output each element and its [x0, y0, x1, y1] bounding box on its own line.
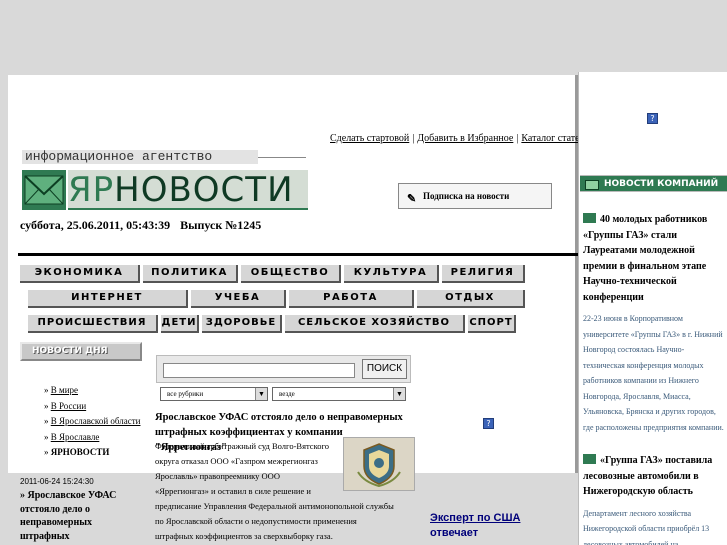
nav-economy[interactable]: ЭКОНОМИКА	[20, 265, 140, 283]
nav-row-1: ЭКОНОМИКА ПОЛИТИКА ОБЩЕСТВО КУЛЬТУРА РЕЛ…	[20, 265, 528, 283]
nav-row-2: ИНТЕРНЕТ УЧЕБА РАБОТА ОТДЫХ	[28, 290, 528, 308]
dropdown-arrow-icon: ▼	[393, 388, 405, 400]
subscribe-label: Подписка на новости	[423, 191, 510, 201]
add-favorites-link[interactable]: Добавить в Избранное	[417, 133, 513, 144]
separator: |	[412, 133, 415, 144]
article-line: округа отказал ООО «Газпром межрегионгаз	[155, 456, 318, 466]
company-news-item: 40 молодых работников «Группы ГАЗ» стали…	[583, 212, 725, 435]
company-news-desc: 22-23 июня в Корпоративном университете …	[583, 314, 724, 432]
nav-religion[interactable]: РЕЛИГИЯ	[442, 265, 525, 283]
help-icon[interactable]: ?	[647, 113, 658, 124]
envelope-icon	[22, 170, 66, 210]
issue-number: Выпуск №1245	[180, 218, 262, 232]
site-logo[interactable]: ЯРНОВОСТИ	[22, 170, 308, 210]
expert-link[interactable]: Эксперт по США	[430, 511, 520, 526]
rubric-select-value: все рубрики	[167, 390, 204, 398]
header-divider	[18, 253, 578, 256]
company-news-title[interactable]: «Группа ГАЗ» поставила лесовозные автомо…	[583, 453, 725, 500]
nav-children[interactable]: ДЕТИ	[161, 315, 199, 333]
agency-tagline: информационное агентство	[22, 150, 258, 164]
logo-yar: ЯР	[68, 170, 115, 210]
logo-wordmark: ЯРНОВОСТИ	[68, 170, 308, 210]
top-links: Сделать стартовой | Добавить в Избранное | К…	[330, 133, 585, 144]
article-body: Федеральный арбитражный суд Волго-Вятско…	[155, 439, 413, 544]
nav-agriculture[interactable]: СЕЛЬСКОЕ ХОЗЯЙСТВО	[285, 315, 465, 333]
region-link-russia[interactable]: » В России	[44, 399, 140, 415]
region-link-city[interactable]: » В Ярославле	[44, 430, 140, 446]
company-news-title[interactable]: 40 молодых работников «Группы ГАЗ» стали…	[583, 212, 725, 305]
nav-row-3: ПРОИСШЕСТВИЯ ДЕТИ ЗДОРОВЬЕ СЕЛЬСКОЕ ХОЗЯ…	[28, 315, 519, 333]
article-line: «Яррегионгаз» и оставил в силе решение и	[155, 486, 311, 496]
nav-leisure[interactable]: ОТДЫХ	[417, 290, 525, 308]
left-news-item: 2011-06-24 15:24:30 » Ярославское УФАС о…	[20, 477, 140, 543]
rubric-select[interactable]: все рубрики ▼	[160, 387, 268, 401]
region-link-yarnovosti[interactable]: » ЯРНОВОСТИ	[44, 445, 140, 461]
company-news-header: НОВОСТИ КОМПАНИЙ	[580, 175, 727, 192]
article-line: по Ярославской области о недопустимости …	[155, 516, 357, 526]
logo-novosti: НОВОСТИ	[114, 170, 294, 210]
separator: |	[516, 133, 519, 144]
nav-study[interactable]: УЧЕБА	[191, 290, 286, 308]
search-input[interactable]	[163, 363, 355, 378]
news-title-link[interactable]: » Ярославское УФАС отстояло дело о непра…	[20, 489, 140, 543]
current-date: суббота, 25.06.2011, 05:43:39	[20, 218, 171, 232]
envelope-icon	[585, 180, 599, 190]
expert-subtitle: отвечает	[430, 527, 479, 539]
article-line: Федеральный арбитражный суд Волго-Вятско…	[155, 441, 330, 451]
tagline-divider	[258, 157, 306, 158]
catalog-link[interactable]: Каталог статей	[521, 133, 585, 144]
where-select[interactable]: везде ▼	[272, 387, 406, 401]
region-link-oblast[interactable]: » В Ярославской области	[44, 414, 140, 430]
expert-block: Эксперт по США отвечает	[430, 511, 520, 541]
company-news-desc: Департамент лесного хозяйства Нижегородс…	[583, 508, 710, 545]
nav-sport[interactable]: СПОРТ	[468, 315, 516, 333]
nav-culture[interactable]: КУЛЬТУРА	[344, 265, 439, 283]
where-select-value: везде	[279, 390, 295, 398]
article-line: штрафных коэффициентов за сверхвыборку г…	[155, 531, 333, 541]
dropdown-arrow-icon: ▼	[255, 388, 267, 400]
company-news-item: «Группа ГАЗ» поставила лесовозные автомо…	[583, 453, 725, 545]
subscribe-icon: ✎	[407, 193, 417, 205]
news-date: 2011-06-24 15:24:30	[20, 477, 94, 486]
make-start-link[interactable]: Сделать стартовой	[330, 133, 409, 144]
news-day-label: НОВОСТИ ДНЯ	[32, 346, 108, 356]
news-day-header: НОВОСТИ ДНЯ	[20, 342, 142, 361]
nav-work[interactable]: РАБОТА	[289, 290, 414, 308]
search-button[interactable]: ПОИСК	[362, 359, 407, 379]
envelope-icon	[583, 454, 596, 464]
nav-politics[interactable]: ПОЛИТИКА	[143, 265, 238, 283]
region-links: » В мире » В России » В Ярославской обла…	[44, 383, 140, 461]
help-icon[interactable]: ?	[483, 418, 494, 429]
nav-internet[interactable]: ИНТЕРНЕТ	[28, 290, 188, 308]
article-line: предписание Управления Федеральной антим…	[155, 501, 394, 511]
nav-incidents[interactable]: ПРОИСШЕСТВИЯ	[28, 315, 158, 333]
dateline: суббота, 25.06.2011, 05:43:39 Выпуск №124…	[20, 218, 261, 233]
article-line: Ярославль» правопреемнику ООО	[155, 471, 280, 481]
top-gray-area	[0, 0, 727, 72]
envelope-icon	[583, 213, 596, 223]
subscribe-button[interactable]: ✎ Подписка на новости	[398, 183, 552, 209]
company-news-label: НОВОСТИ КОМПАНИЙ	[604, 179, 719, 189]
nav-health[interactable]: ЗДОРОВЬЕ	[202, 315, 282, 333]
region-link-world[interactable]: » В мире	[44, 383, 140, 399]
nav-society[interactable]: ОБЩЕСТВО	[241, 265, 341, 283]
